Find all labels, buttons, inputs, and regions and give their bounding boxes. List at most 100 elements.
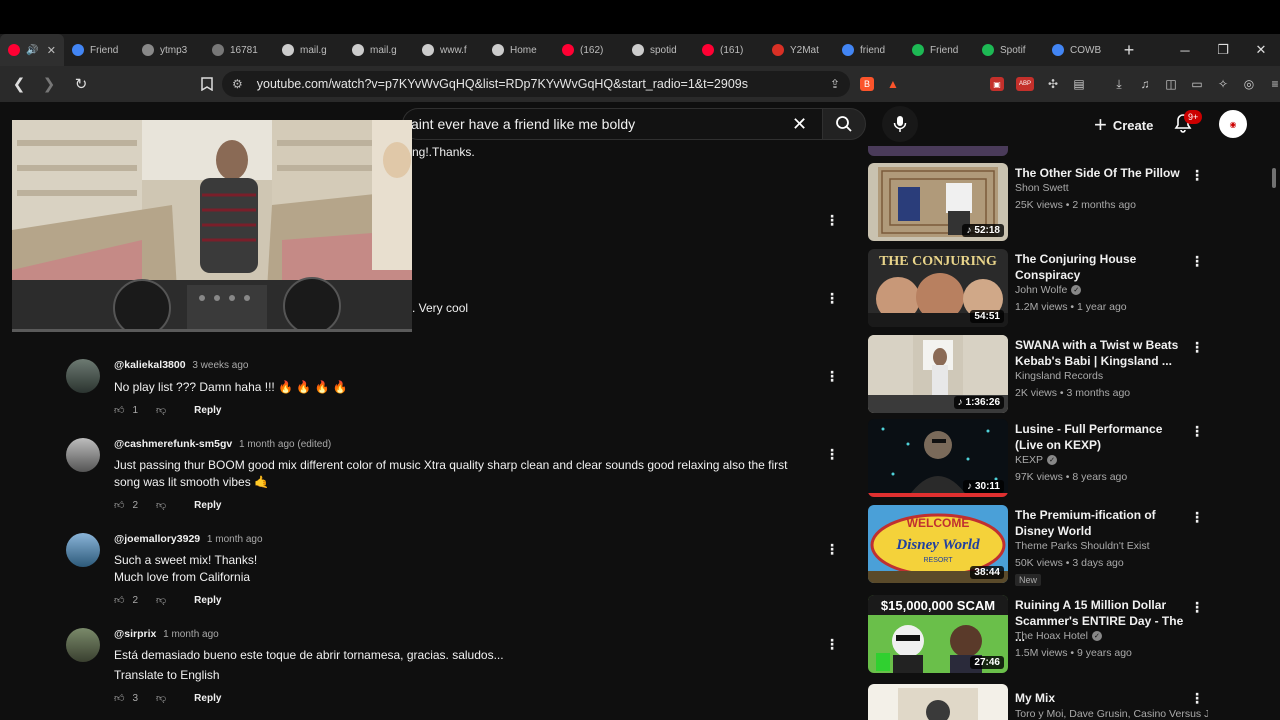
thumbs-up-icon[interactable]: 👍︎ <box>114 404 124 416</box>
back-icon[interactable]: ❮ <box>6 71 32 97</box>
browser-tab[interactable]: 16781 <box>204 34 274 66</box>
video-more-icon[interactable]: ⋮ <box>1190 253 1204 270</box>
reply-button[interactable]: Reply <box>194 405 221 416</box>
sidebar-icon[interactable]: ◫ <box>1164 77 1178 91</box>
video-title[interactable]: Lusine - Full Performance (Live on KEXP) <box>1015 421 1185 453</box>
video-more-icon[interactable]: ⋮ <box>1190 339 1204 356</box>
browser-tab[interactable]: friend <box>834 34 904 66</box>
recommended-video[interactable]: ♪ 1:36:26 SWANA with a Twist w Beats Keba… <box>868 335 1208 415</box>
extension-red-icon[interactable]: ▣ <box>990 77 1004 91</box>
mix-artists[interactable]: Toro y Moi, Dave Grusin, Casino Versus J… <box>1015 708 1208 720</box>
adblock-icon[interactable]: ABP <box>1016 77 1034 91</box>
browser-tab[interactable]: mail.g <box>274 34 344 66</box>
video-more-icon[interactable]: ⋮ <box>1190 599 1204 616</box>
browser-tab[interactable]: COWB <box>1044 34 1114 66</box>
comment-more-icon[interactable]: ⋮ <box>824 446 840 462</box>
commenter-avatar[interactable] <box>66 533 100 567</box>
browser-tab[interactable]: spotid <box>624 34 694 66</box>
puzzle-icon[interactable]: ✣ <box>1046 77 1060 91</box>
video-more-icon[interactable]: ⋮ <box>1190 509 1204 526</box>
menu-icon[interactable]: ≡ <box>1268 77 1280 91</box>
recommended-video[interactable]: $15,000,000 SCAM 27:46 Ruining A 15 Mill… <box>868 595 1208 675</box>
forward-icon[interactable]: ❯ <box>36 71 62 97</box>
channel-name[interactable]: Shon Swett <box>1015 182 1069 194</box>
channel-name[interactable]: KEXP ✓ <box>1015 454 1058 466</box>
voice-search-button[interactable] <box>882 106 918 142</box>
reader-icon[interactable]: ▤ <box>1072 77 1086 91</box>
video-title[interactable]: The Premium-ification of Disney World <box>1015 507 1185 539</box>
browser-tab-youtube-active[interactable]: 🔊 ✕ <box>0 34 64 66</box>
comment-author[interactable]: @cashmerefunk-sm5gv <box>114 438 232 450</box>
video-thumbnail[interactable]: ♪ 1:36:26 <box>868 335 1008 413</box>
thumbs-up-icon[interactable]: 👍︎ <box>114 692 124 704</box>
commenter-avatar[interactable] <box>66 359 100 393</box>
channel-name[interactable]: Kingsland Records <box>1015 370 1103 382</box>
mini-player-video[interactable] <box>12 120 412 332</box>
comment-more-icon[interactable]: ⋮ <box>824 541 840 557</box>
browser-tab[interactable]: Friend <box>904 34 974 66</box>
reply-button[interactable]: Reply <box>194 500 221 511</box>
channel-name[interactable]: The Hoax Hotel ✓ <box>1015 630 1102 642</box>
media-icon[interactable]: ♫ <box>1138 77 1152 91</box>
close-window-icon[interactable]: ✕ <box>1242 34 1280 66</box>
browser-tab[interactable]: (162) <box>554 34 624 66</box>
video-title[interactable]: The Conjuring House Conspiracy <box>1015 251 1185 283</box>
browser-tab[interactable]: (161) <box>694 34 764 66</box>
download-icon[interactable]: ⤓ <box>1112 77 1126 91</box>
browser-tab[interactable]: ytmp3 <box>134 34 204 66</box>
video-more-icon[interactable]: ⋮ <box>1190 167 1204 184</box>
thumbs-down-icon[interactable]: 👎︎ <box>156 692 166 704</box>
browser-tab[interactable]: www.f <box>414 34 484 66</box>
browser-tab[interactable]: Friend <box>64 34 134 66</box>
video-more-icon[interactable]: ⋮ <box>1190 690 1204 707</box>
reload-icon[interactable]: ↻ <box>68 71 94 97</box>
clear-search-icon[interactable]: ✕ <box>792 114 807 135</box>
comment-author[interactable]: @kaliekal3800 <box>114 359 186 371</box>
browser-tab[interactable]: Home <box>484 34 554 66</box>
partial-thumbnail[interactable] <box>868 146 1008 156</box>
video-title[interactable]: SWANA with a Twist w Beats Kebab's Babi … <box>1015 337 1185 369</box>
channel-name[interactable]: John Wolfe ✓ <box>1015 284 1082 296</box>
video-title[interactable]: The Other Side Of The Pillow <box>1015 165 1185 181</box>
maximize-icon[interactable]: ❐ <box>1204 34 1242 66</box>
reply-button[interactable]: Reply <box>194 693 221 704</box>
address-bar[interactable]: ⚙ youtube.com/watch?v=p7KYvWvGqHQ&list=R… <box>222 71 850 97</box>
wallet-icon[interactable]: ▭ <box>1190 77 1204 91</box>
video-thumbnail[interactable]: ♪ 30:11 <box>868 419 1008 497</box>
browser-tab[interactable]: mail.g <box>344 34 414 66</box>
video-thumbnail[interactable]: WELCOME Disney World RESORT 38:44 <box>868 505 1008 583</box>
search-input[interactable]: aint ever have a friend like me boldy <box>402 108 822 140</box>
commenter-avatar[interactable] <box>66 628 100 662</box>
create-button[interactable]: + Create <box>1082 110 1165 140</box>
translate-link[interactable]: Translate to English <box>114 667 814 684</box>
site-info-icon[interactable]: ⚙ <box>232 77 243 91</box>
thumbs-down-icon[interactable]: 👎︎ <box>156 404 166 416</box>
comment-more-icon[interactable]: ⋮ <box>824 212 840 228</box>
brave-shield-icon[interactable]: B ▲ <box>860 73 900 95</box>
video-more-icon[interactable]: ⋮ <box>1190 423 1204 440</box>
video-thumbnail[interactable]: THE CONJURING 54:51 <box>868 249 1008 327</box>
recommended-mix[interactable]: My Mix Toro y Moi, Dave Grusin, Casino V… <box>868 684 1208 720</box>
comment-author[interactable]: @joemallory3929 <box>114 533 200 545</box>
recommended-video[interactable]: WELCOME Disney World RESORT 38:44 The Prem… <box>868 505 1208 586</box>
browser-tab[interactable]: Spotif <box>974 34 1044 66</box>
video-thumbnail[interactable]: ♪ 52:18 <box>868 163 1008 241</box>
channel-name[interactable]: Theme Parks Shouldn't Exist <box>1015 540 1149 552</box>
page-scrollbar-thumb[interactable] <box>1272 168 1276 188</box>
commenter-avatar[interactable] <box>66 438 100 472</box>
vpn-icon[interactable]: ◎ <box>1242 77 1256 91</box>
reply-button[interactable]: Reply <box>194 595 221 606</box>
thumbs-up-icon[interactable]: 👍︎ <box>114 499 124 511</box>
recommended-video[interactable]: ♪ 30:11 Lusine - Full Performance (Live o… <box>868 419 1208 499</box>
bookmark-icon[interactable] <box>194 71 220 97</box>
search-button[interactable] <box>822 108 866 140</box>
comment-more-icon[interactable]: ⋮ <box>824 290 840 306</box>
account-avatar[interactable]: ◉ <box>1219 110 1247 138</box>
comment-author[interactable]: @sirprix <box>114 628 156 640</box>
thumbs-down-icon[interactable]: 👎︎ <box>156 594 166 606</box>
comment-more-icon[interactable]: ⋮ <box>824 368 840 384</box>
new-tab-button[interactable]: + <box>1114 34 1144 66</box>
comment-more-icon[interactable]: ⋮ <box>824 636 840 652</box>
recommended-video[interactable]: THE CONJURING 54:51 The Conjuring House … <box>868 249 1208 329</box>
browser-tab[interactable]: Y2Mat <box>764 34 834 66</box>
